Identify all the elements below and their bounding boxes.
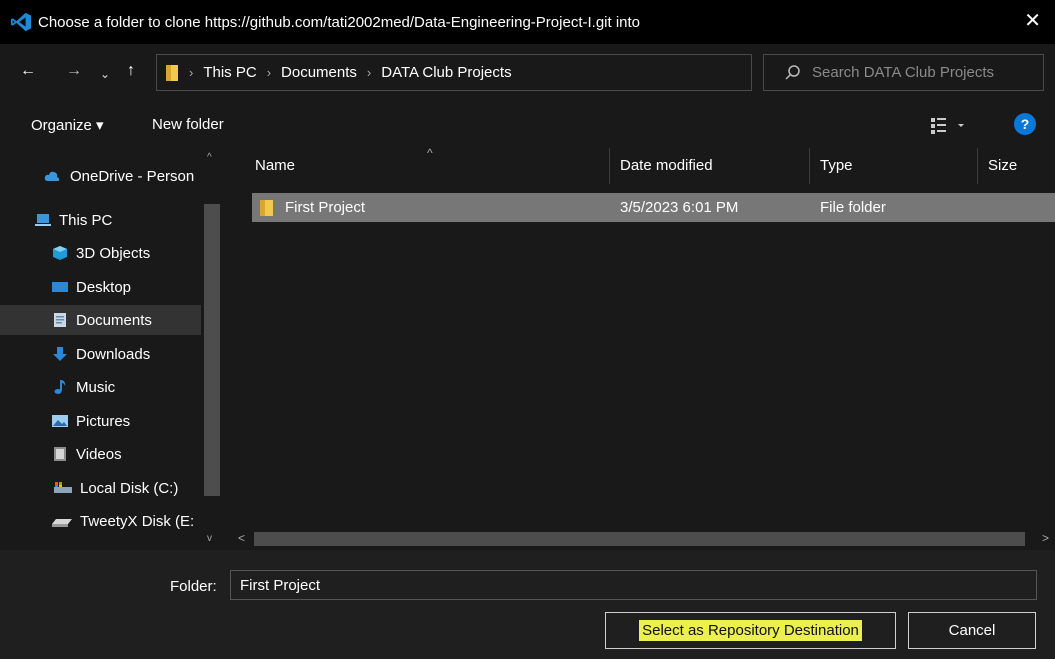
sidebar-item-downloads[interactable]: Downloads: [52, 339, 150, 369]
sidebar-item-3d-objects[interactable]: 3D Objects: [52, 238, 150, 268]
column-header: ^ Name Date modified Type Size: [230, 146, 1055, 184]
address-bar[interactable]: › This PC › Documents › DATA Club Projec…: [156, 54, 889, 91]
navigation-bar: ← → ⌄ ↑ › This PC › Documents › DATA Clu…: [0, 44, 1055, 100]
column-type[interactable]: Type: [820, 157, 853, 174]
sidebar-item-music[interactable]: Music: [52, 372, 115, 402]
file-type: File folder: [820, 199, 886, 216]
folder-icon: [166, 64, 178, 81]
title-bar: Choose a folder to clone https://github.…: [0, 0, 1055, 44]
music-icon: [54, 380, 66, 394]
folder-icon: [260, 200, 273, 216]
video-icon: [54, 447, 66, 461]
sort-ascending-icon: ^: [427, 146, 433, 160]
recent-locations-button[interactable]: ⌄: [100, 63, 110, 85]
organize-button[interactable]: Organize ▾: [31, 116, 104, 134]
sidebar-item-label: Downloads: [76, 345, 151, 363]
column-divider[interactable]: [609, 148, 610, 184]
sidebar-item-label: Music: [76, 378, 116, 396]
sidebar-item-videos[interactable]: Videos: [52, 439, 122, 469]
vscode-logo-icon: [10, 12, 32, 32]
search-icon: [785, 64, 800, 80]
navigation-pane-scrollbar[interactable]: ^ v: [201, 148, 223, 550]
document-icon: [54, 313, 66, 327]
command-toolbar: Organize ▾ New folder ?: [0, 100, 1055, 148]
sidebar-item-label: TweetyX Disk (E:: [80, 512, 195, 530]
drive-icon: [54, 482, 72, 493]
sidebar-item-this-pc[interactable]: This PC: [35, 205, 112, 235]
view-options-icon[interactable]: [928, 115, 968, 135]
forward-button[interactable]: →: [66, 60, 82, 82]
scroll-right-arrow-icon[interactable]: >: [1042, 531, 1049, 545]
scroll-down-arrow-icon[interactable]: v: [207, 533, 212, 544]
file-date-modified: 3/5/2023 6:01 PM: [620, 199, 739, 216]
table-row[interactable]: First Project 3/5/2023 6:01 PM File fold…: [252, 193, 1055, 222]
sidebar-item-pictures[interactable]: Pictures: [52, 406, 130, 436]
column-divider[interactable]: [977, 148, 978, 184]
breadcrumb-separator: ›: [366, 65, 372, 80]
navigation-pane: OneDrive - Person This PC 3D Objects Des…: [0, 148, 230, 550]
sidebar-item-label: This PC: [59, 211, 113, 229]
column-name[interactable]: Name: [255, 157, 295, 174]
desktop-icon: [52, 282, 68, 292]
download-icon: [53, 347, 67, 361]
sidebar-item-label: Desktop: [76, 278, 132, 296]
external-drive-icon: [52, 519, 72, 527]
column-date-modified[interactable]: Date modified: [620, 157, 713, 174]
sidebar-item-onedrive[interactable]: OneDrive - Person: [42, 161, 194, 191]
sidebar-item-label: Documents: [76, 311, 152, 329]
search-box[interactable]: [763, 54, 1044, 91]
breadcrumb-separator: ›: [266, 65, 272, 80]
column-size[interactable]: Size: [988, 157, 1017, 174]
close-button[interactable]: ✕: [1024, 10, 1041, 32]
sidebar-item-label: Videos: [76, 445, 122, 463]
sidebar-item-external-disk[interactable]: TweetyX Disk (E:: [52, 506, 194, 536]
sidebar-item-desktop[interactable]: Desktop: [52, 272, 131, 302]
scroll-left-arrow-icon[interactable]: <: [238, 531, 245, 545]
folder-name-input[interactable]: [230, 570, 1037, 600]
dialog-title: Choose a folder to clone https://github.…: [38, 13, 641, 31]
scrollbar-thumb[interactable]: [254, 532, 1025, 546]
up-button[interactable]: ↑: [127, 60, 135, 82]
search-input[interactable]: [812, 64, 1042, 81]
cloud-icon: [44, 171, 60, 181]
file-list: ^ Name Date modified Type Size First Pro…: [230, 146, 1055, 550]
scroll-up-arrow-icon[interactable]: ^: [207, 152, 212, 163]
picture-icon: [52, 415, 68, 427]
help-button[interactable]: ?: [1014, 113, 1036, 135]
sidebar-item-label: Pictures: [76, 412, 131, 430]
computer-icon: [35, 214, 51, 226]
breadcrumb-data-club-projects[interactable]: DATA Club Projects: [381, 64, 511, 81]
sidebar-item-label: OneDrive - Person: [70, 167, 195, 185]
cube-icon: [53, 246, 67, 260]
column-divider[interactable]: [809, 148, 810, 184]
sidebar-item-label: Local Disk (C:): [80, 479, 179, 497]
sidebar-item-documents[interactable]: Documents: [0, 305, 201, 335]
scrollbar-thumb[interactable]: [204, 204, 220, 496]
file-name: First Project: [285, 199, 366, 216]
folder-label: Folder:: [170, 578, 217, 595]
back-button[interactable]: ←: [20, 60, 36, 82]
breadcrumb-this-pc[interactable]: This PC: [203, 64, 256, 81]
sidebar-item-local-disk[interactable]: Local Disk (C:): [52, 473, 178, 503]
file-list-horizontal-scrollbar[interactable]: < >: [232, 528, 1055, 550]
select-button-label: Select as Repository Destination: [639, 620, 862, 641]
dialog-footer: Folder: Select as Repository Destination…: [0, 550, 1055, 659]
new-folder-button[interactable]: New folder: [152, 116, 224, 133]
breadcrumb-separator: ›: [189, 65, 194, 80]
cancel-button[interactable]: Cancel: [908, 612, 1036, 649]
breadcrumb-documents[interactable]: Documents: [281, 64, 357, 81]
select-as-repository-destination-button[interactable]: Select as Repository Destination: [605, 612, 896, 649]
sidebar-item-label: 3D Objects: [76, 244, 151, 262]
